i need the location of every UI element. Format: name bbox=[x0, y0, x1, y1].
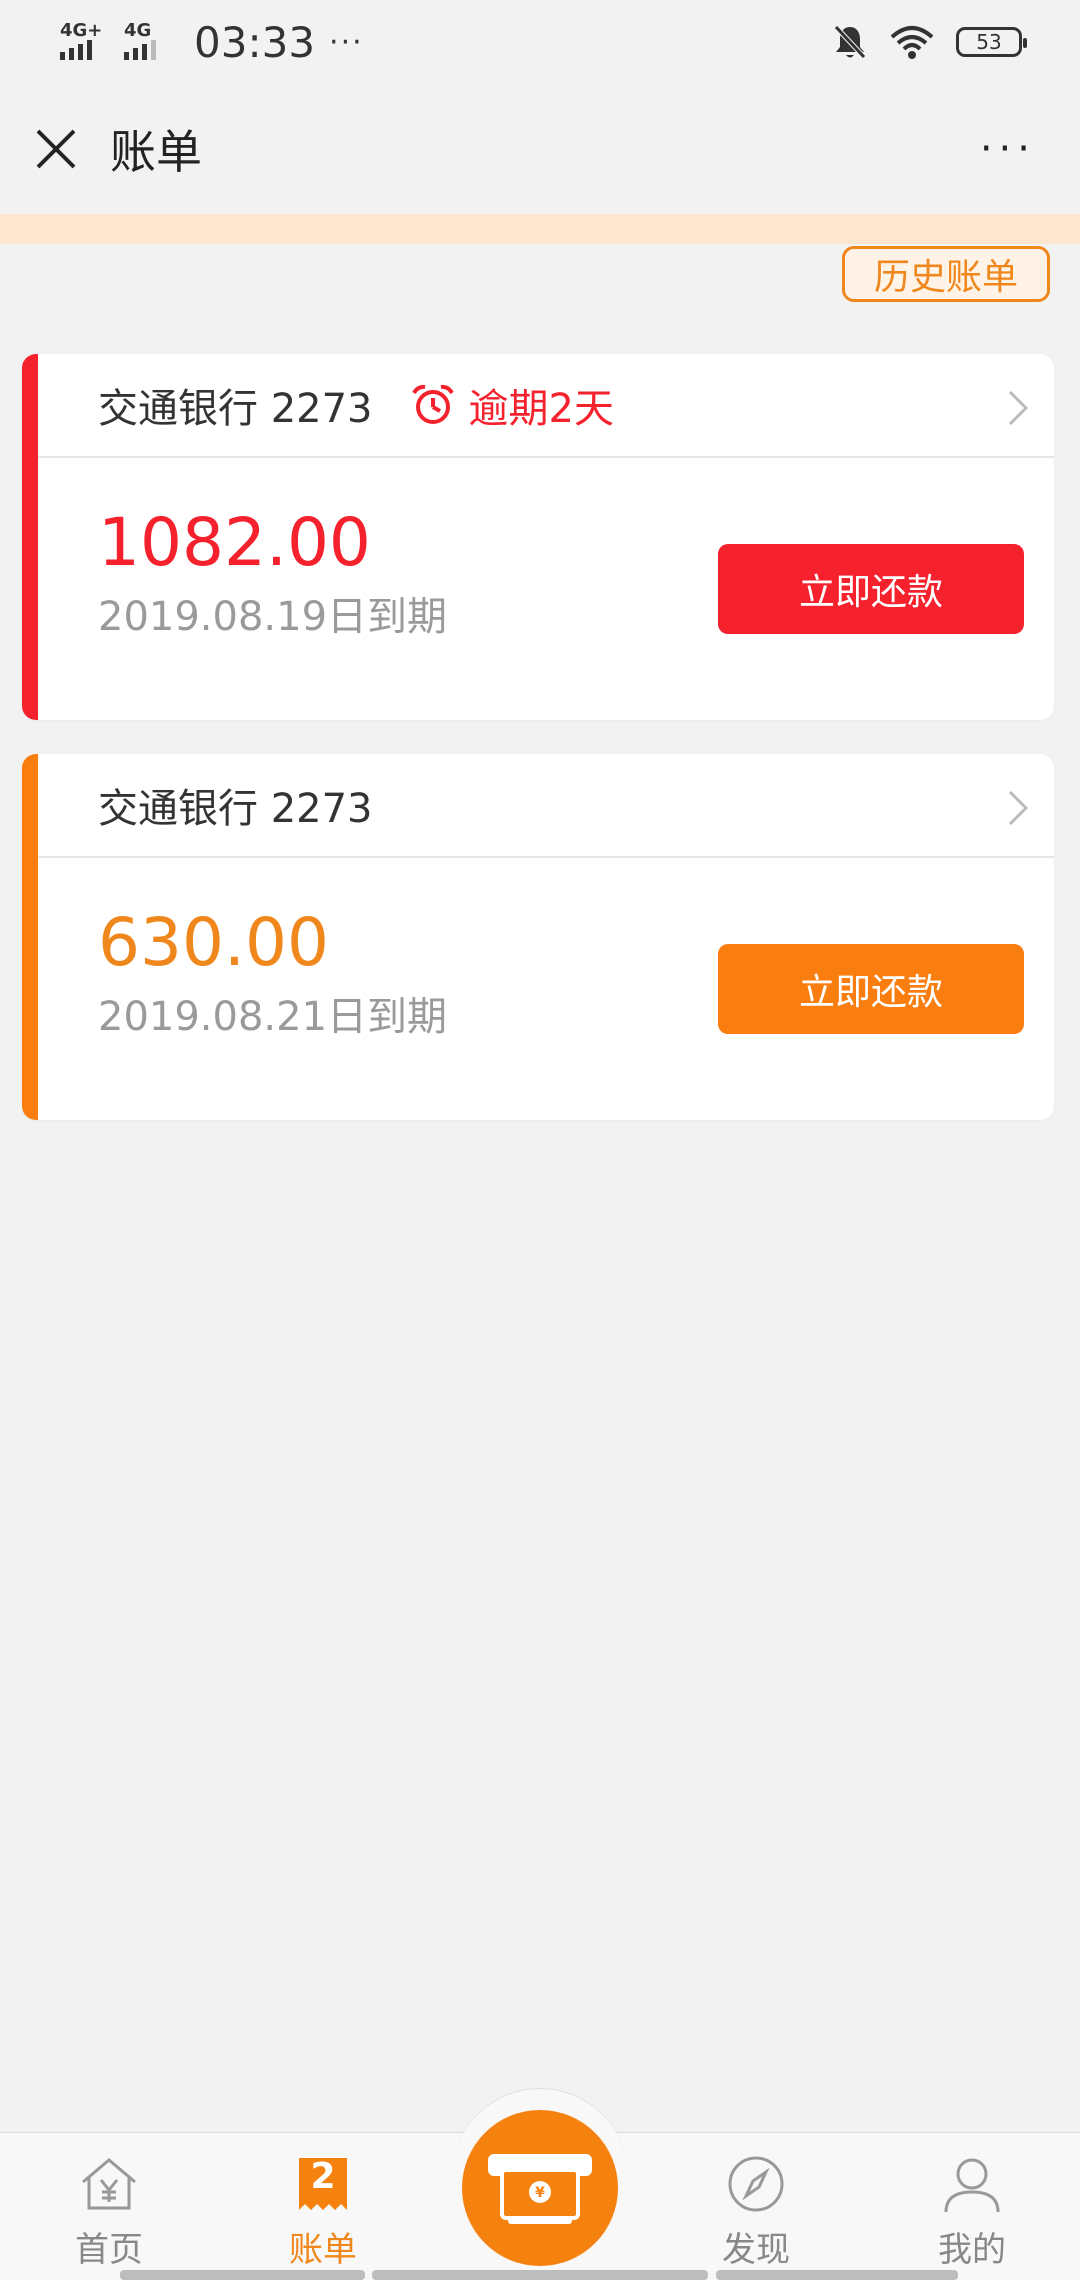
tab-discover[interactable]: 发现 bbox=[681, 2152, 831, 2272]
svg-text:¥: ¥ bbox=[535, 2185, 545, 2201]
more-menu-button[interactable]: ··· bbox=[980, 126, 1036, 172]
bill-card[interactable]: 交通银行 2273 630.00 2019.08.21日到期 立即还款 bbox=[22, 754, 1054, 1120]
battery-level: 53 bbox=[976, 30, 1002, 54]
bill-card-header[interactable]: 交通银行 2273 逾期2天 bbox=[38, 354, 1054, 458]
gesture-bar-segment bbox=[372, 2270, 708, 2280]
bill-page: 4G+ 4G 03:33 ··· 53 账单 ··· 历史账单 交通银行 227… bbox=[0, 0, 1080, 2280]
gesture-bar-segment bbox=[716, 2270, 958, 2280]
signal-4g-icon: 4G bbox=[124, 20, 178, 64]
status-more-dots: ··· bbox=[329, 24, 364, 60]
tab-mine-label: 我的 bbox=[938, 2230, 1006, 2270]
overdue-status: 逾期2天 bbox=[411, 376, 614, 434]
due-date: 2019.08.21日到期 bbox=[98, 994, 448, 1040]
alarm-clock-icon bbox=[411, 384, 454, 424]
bill-card[interactable]: 交通银行 2273 逾期2天 1082.00 2019.08.19日到期 立即还… bbox=[22, 354, 1054, 720]
status-right: 53 bbox=[832, 23, 1027, 61]
network-type-label-2: 4G bbox=[124, 20, 152, 41]
tab-home[interactable]: 首页 bbox=[34, 2152, 184, 2272]
card-accent-stripe bbox=[22, 354, 38, 720]
cash-machine-icon: ¥ bbox=[488, 2154, 592, 2224]
tab-discover-label: 发现 bbox=[722, 2230, 790, 2270]
gesture-bar-segment bbox=[120, 2270, 365, 2280]
card-accent-stripe bbox=[22, 754, 38, 1120]
bank-name: 交通银行 2273 bbox=[98, 786, 373, 832]
tab-bills[interactable]: 2 账单 bbox=[248, 2152, 398, 2272]
bill-amount: 1082.00 bbox=[98, 504, 371, 581]
wifi-icon bbox=[890, 26, 934, 59]
page-title: 账单 bbox=[110, 125, 202, 179]
close-icon bbox=[36, 129, 76, 169]
tab-home-label: 首页 bbox=[75, 2230, 143, 2270]
chevron-right-icon bbox=[1008, 390, 1029, 426]
status-time: 03:33 bbox=[194, 17, 316, 67]
chevron-right-icon bbox=[1008, 790, 1029, 826]
due-date: 2019.08.19日到期 bbox=[98, 594, 448, 640]
user-icon bbox=[944, 2158, 1000, 2213]
status-bar: 4G+ 4G 03:33 ··· 53 bbox=[0, 0, 1080, 84]
bank-name: 交通银行 2273 bbox=[98, 386, 373, 432]
tab-bills-badge: 2 bbox=[310, 2156, 336, 2197]
overdue-label: 逾期2天 bbox=[468, 386, 614, 432]
compass-icon bbox=[728, 2156, 784, 2212]
signal-4g-plus-icon: 4G+ bbox=[60, 20, 114, 64]
repay-now-button[interactable]: 立即还款 bbox=[718, 944, 1024, 1034]
battery-icon: 53 bbox=[956, 27, 1027, 57]
repay-now-button[interactable]: 立即还款 bbox=[718, 544, 1024, 634]
repay-center-button[interactable]: ¥ bbox=[462, 2110, 618, 2266]
bell-muted-icon bbox=[834, 25, 866, 59]
notice-banner bbox=[0, 214, 1080, 244]
network-type-label: 4G+ bbox=[60, 20, 103, 41]
bill-card-header[interactable]: 交通银行 2273 bbox=[38, 754, 1054, 858]
bill-amount: 630.00 bbox=[98, 904, 329, 981]
history-bills-button[interactable]: 历史账单 bbox=[842, 246, 1050, 302]
tab-bills-label: 账单 bbox=[289, 2230, 357, 2270]
status-left: 4G+ 4G 03:33 ··· bbox=[60, 18, 364, 67]
home-yen-icon bbox=[82, 2158, 136, 2210]
close-button[interactable] bbox=[32, 125, 80, 173]
tab-mine[interactable]: 我的 bbox=[897, 2152, 1047, 2272]
nav-bar: 账单 ··· bbox=[0, 84, 1080, 214]
